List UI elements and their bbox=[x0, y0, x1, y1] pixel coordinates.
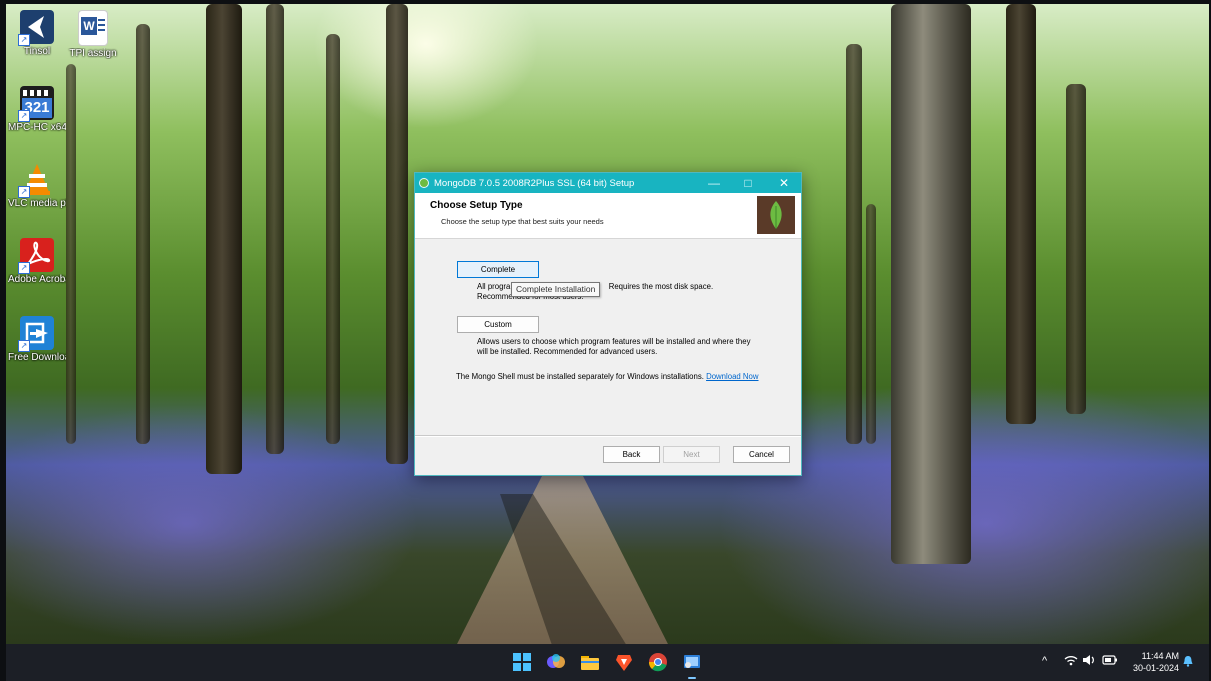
mongo-shell-note: The Mongo Shell must be installed separa… bbox=[456, 372, 759, 382]
windows-start-icon[interactable] bbox=[512, 652, 532, 672]
desktop-icon-label: TPI assign bbox=[69, 48, 117, 59]
maximize-button[interactable]: □ bbox=[737, 175, 759, 191]
mongodb-leaf-icon bbox=[757, 196, 795, 234]
arrow-app-icon: ↗ bbox=[18, 10, 54, 46]
custom-button[interactable]: Custom bbox=[457, 316, 539, 333]
wizard-header: Choose Setup Type Choose the setup type … bbox=[415, 193, 801, 239]
custom-desc-line2: will be installed. Recommended for advan… bbox=[477, 347, 658, 356]
vlc-cone-icon: ↗ bbox=[18, 162, 54, 198]
window-title: MongoDB 7.0.5 2008R2Plus SSL (64 bit) Se… bbox=[434, 178, 635, 189]
desktop-icon-free-download[interactable]: ↗ Free Download bbox=[8, 316, 66, 363]
page-subtitle: Choose the setup type that best suits yo… bbox=[441, 217, 604, 226]
battery-icon[interactable] bbox=[1102, 654, 1118, 669]
complete-desc-end: Requires the most disk space. bbox=[608, 282, 714, 291]
desktop-icon-label: Adobe Acrobat bbox=[8, 274, 66, 285]
clock-date: 30-01-2024 bbox=[1132, 663, 1179, 673]
footer-divider bbox=[415, 435, 801, 437]
mpc-321-icon: 321 ↗ bbox=[18, 86, 54, 122]
desktop-icon-label: MPC-HC x64 bbox=[8, 122, 66, 133]
window-titlebar[interactable]: MongoDB 7.0.5 2008R2Plus SSL (64 bit) Se… bbox=[415, 173, 801, 193]
next-button[interactable]: Next bbox=[663, 446, 720, 463]
download-now-link[interactable]: Download Now bbox=[706, 372, 758, 381]
close-button[interactable]: ✕ bbox=[773, 175, 795, 191]
taskbar-clock[interactable]: 11:44 AM 30-01-2024 bbox=[1133, 650, 1179, 674]
acrobat-icon: ↗ bbox=[18, 238, 54, 274]
cancel-button[interactable]: Cancel bbox=[733, 446, 790, 463]
clock-time: 11:44 AM bbox=[1141, 651, 1179, 661]
desktop-icon-label: Tinsol bbox=[23, 46, 51, 57]
complete-button[interactable]: Complete bbox=[457, 261, 539, 278]
taskbar: ^ 11:44 AM 30-01-2024 bbox=[6, 644, 1209, 681]
custom-desc-line1: Allows users to choose which program fea… bbox=[477, 337, 751, 346]
custom-description: Allows users to choose which program fea… bbox=[477, 337, 750, 357]
copilot-icon[interactable] bbox=[546, 652, 566, 672]
complete-desc-start: All progra bbox=[477, 282, 511, 291]
brave-icon[interactable] bbox=[614, 652, 634, 672]
chrome-icon[interactable] bbox=[648, 652, 668, 672]
word-icon: W bbox=[78, 10, 108, 46]
desktop-icon-label: Free Download bbox=[8, 352, 66, 363]
shell-note-text: The Mongo Shell must be installed separa… bbox=[456, 372, 704, 381]
desktop-icon-tpi-assign[interactable]: W TPI assign bbox=[64, 10, 122, 59]
back-button[interactable]: Back bbox=[603, 446, 660, 463]
notification-bell-icon[interactable] bbox=[1182, 655, 1194, 670]
desktop-icon-tinsol[interactable]: ↗ Tinsol bbox=[8, 10, 66, 57]
page-title: Choose Setup Type bbox=[430, 200, 523, 211]
installer-icon bbox=[419, 178, 429, 188]
minimize-button[interactable]: — bbox=[703, 175, 725, 191]
desktop-icon-vlc[interactable]: ↗ VLC media player bbox=[8, 162, 66, 209]
mongodb-setup-window[interactable]: MongoDB 7.0.5 2008R2Plus SSL (64 bit) Se… bbox=[414, 172, 802, 476]
installer-icon[interactable] bbox=[682, 652, 702, 679]
complete-tooltip: Complete Installation bbox=[511, 282, 601, 297]
volume-icon[interactable] bbox=[1082, 654, 1096, 669]
tray-chevron-icon[interactable]: ^ bbox=[1042, 655, 1047, 667]
desktop-icon-label: VLC media player bbox=[8, 198, 66, 209]
file-explorer-icon[interactable] bbox=[580, 652, 600, 672]
desktop-icon-mpc[interactable]: 321 ↗ MPC-HC x64 bbox=[8, 86, 66, 133]
download-app-icon: ↗ bbox=[18, 316, 54, 352]
wifi-icon[interactable] bbox=[1064, 654, 1078, 669]
desktop-icon-acrobat[interactable]: ↗ Adobe Acrobat bbox=[8, 238, 66, 285]
